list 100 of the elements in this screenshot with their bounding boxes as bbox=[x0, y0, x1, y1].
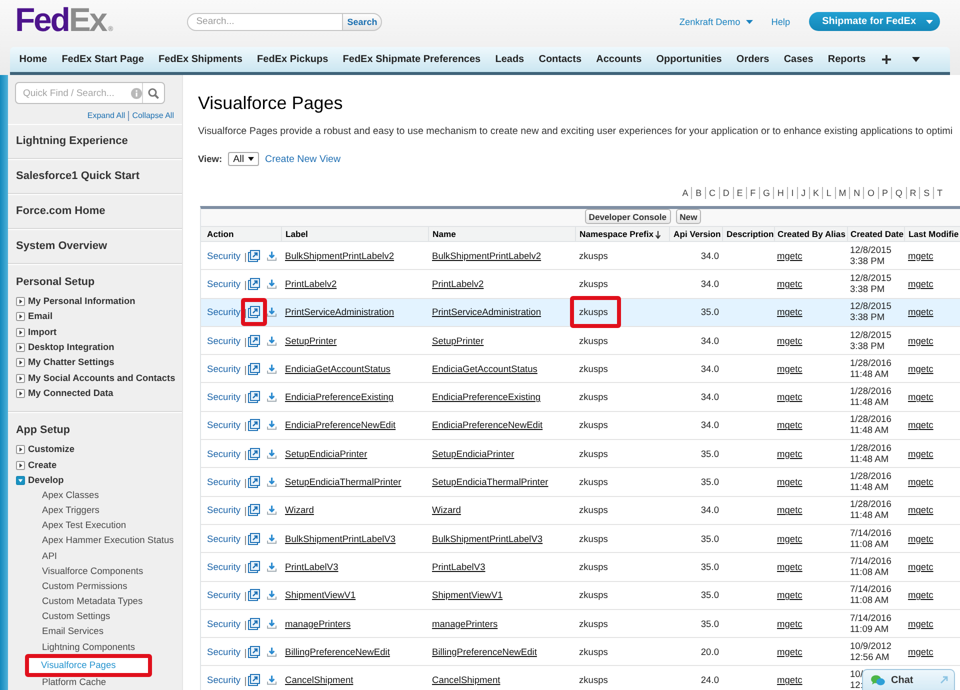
created-by-link[interactable]: mgetc bbox=[777, 505, 802, 516]
search-button[interactable]: Search bbox=[342, 12, 382, 30]
sidebar-subitem[interactable]: Email Services bbox=[42, 624, 104, 640]
nav-tab[interactable]: Reports bbox=[820, 47, 873, 72]
download-icon[interactable] bbox=[267, 278, 277, 290]
nav-tab[interactable]: Leads bbox=[488, 47, 532, 72]
sidebar-item[interactable]: Create bbox=[28, 460, 57, 471]
security-link[interactable]: Security bbox=[207, 392, 241, 402]
alphabet-filter-link[interactable]: H bbox=[773, 187, 788, 199]
sidebar-item[interactable]: Desktop Integration bbox=[28, 342, 114, 354]
page-name-link[interactable]: PrintLabelv2 bbox=[432, 278, 484, 289]
page-label-link[interactable]: CancelShipment bbox=[285, 675, 354, 686]
security-link[interactable]: Security bbox=[207, 562, 241, 572]
expand-toggle-icon[interactable] bbox=[16, 460, 25, 470]
created-by-link[interactable]: mgetc bbox=[777, 336, 802, 346]
external-link-icon[interactable] bbox=[248, 391, 260, 404]
download-icon[interactable] bbox=[267, 618, 277, 630]
page-label-link[interactable]: PrintLabelV3 bbox=[285, 562, 338, 572]
page-name-link[interactable]: managePrinters bbox=[432, 618, 498, 628]
external-link-icon[interactable] bbox=[248, 674, 260, 686]
sidebar-subitem[interactable]: API bbox=[42, 548, 57, 564]
sidebar-item[interactable]: Develop bbox=[28, 474, 64, 486]
sidebar-item[interactable]: Customize bbox=[28, 444, 74, 456]
modified-by-link[interactable]: mgetc bbox=[908, 336, 934, 346]
nav-tab[interactable]: FedEx Shipments bbox=[151, 47, 250, 72]
download-icon[interactable] bbox=[267, 674, 277, 686]
created-by-link[interactable]: mgetc bbox=[777, 364, 802, 374]
modified-by-link[interactable]: mgetc bbox=[908, 250, 934, 261]
alphabet-filter-link[interactable]: O bbox=[863, 187, 878, 199]
page-name-link[interactable]: ShipmentViewV1 bbox=[432, 590, 503, 600]
security-link[interactable]: Security bbox=[207, 534, 241, 544]
column-header[interactable]: Created Date bbox=[847, 226, 904, 242]
sidebar-subitem[interactable]: Platform Cache bbox=[42, 676, 106, 689]
alphabet-filter-link[interactable]: L bbox=[822, 187, 835, 199]
download-icon[interactable] bbox=[267, 560, 277, 573]
modified-by-link[interactable]: mgetc bbox=[908, 307, 934, 318]
column-header[interactable]: Last Modifie bbox=[904, 226, 960, 242]
alphabet-filter-link[interactable]: G bbox=[758, 187, 774, 199]
expand-toggle-icon[interactable] bbox=[16, 445, 25, 454]
help-link[interactable]: Help bbox=[771, 16, 790, 26]
modified-by-link[interactable]: mgetc bbox=[908, 505, 934, 516]
modified-by-link[interactable]: mgetc bbox=[908, 534, 934, 544]
nav-tab[interactable]: Orders bbox=[729, 47, 777, 72]
download-icon[interactable] bbox=[267, 250, 277, 262]
created-by-link[interactable]: mgetc bbox=[777, 534, 802, 544]
chat-button[interactable]: Chat bbox=[862, 669, 955, 690]
column-header[interactable]: Namespace Prefix bbox=[575, 226, 669, 242]
nav-tab[interactable]: FedEx Pickups bbox=[250, 47, 336, 72]
created-by-link[interactable]: mgetc bbox=[777, 448, 802, 459]
expand-toggle-icon[interactable] bbox=[16, 358, 25, 368]
expand-toggle-icon[interactable] bbox=[16, 374, 25, 383]
sidebar-subitem[interactable]: Apex Triggers bbox=[42, 503, 100, 518]
security-link[interactable]: Security bbox=[207, 364, 241, 374]
sidebar-subitem[interactable]: Apex Hammer Execution Status bbox=[42, 533, 174, 549]
download-icon[interactable] bbox=[267, 504, 277, 516]
alphabet-filter-link[interactable]: K bbox=[808, 187, 822, 199]
column-header[interactable]: Description bbox=[722, 226, 774, 242]
sidebar-subitem[interactable]: Visualforce Components bbox=[42, 564, 144, 579]
created-by-link[interactable]: mgetc bbox=[777, 420, 802, 430]
alphabet-filter-link[interactable]: C bbox=[704, 187, 719, 199]
download-icon[interactable] bbox=[267, 476, 277, 488]
modified-by-link[interactable]: mgetc bbox=[908, 646, 934, 657]
sidebar-subitem[interactable]: Custom Permissions bbox=[42, 578, 128, 594]
view-select[interactable]: All bbox=[228, 152, 260, 166]
external-link-icon[interactable] bbox=[248, 419, 260, 432]
download-icon[interactable] bbox=[267, 306, 277, 318]
sidebar-item[interactable]: My Personal Information bbox=[28, 296, 136, 308]
modified-by-link[interactable]: mgetc bbox=[908, 278, 934, 289]
page-label-link[interactable]: managePrinters bbox=[285, 618, 351, 628]
alphabet-filter-link[interactable]: Q bbox=[891, 187, 906, 199]
column-header[interactable]: Name bbox=[428, 226, 575, 242]
expand-toggle-icon[interactable] bbox=[16, 388, 25, 398]
sidebar-item[interactable]: My Connected Data bbox=[28, 388, 114, 399]
user-menu[interactable]: Zenkraft Demo bbox=[679, 16, 754, 26]
external-link-icon[interactable] bbox=[248, 618, 260, 630]
sidebar-subitem[interactable]: Lightning Components bbox=[42, 640, 136, 655]
collapse-all-link[interactable]: Collapse All bbox=[128, 111, 174, 121]
security-link[interactable]: Security bbox=[207, 336, 241, 346]
sidebar-link[interactable]: System Overview bbox=[16, 240, 108, 253]
download-icon[interactable] bbox=[267, 532, 277, 545]
security-link[interactable]: Security bbox=[207, 505, 241, 516]
security-link[interactable]: Security bbox=[207, 250, 241, 261]
external-link-icon[interactable] bbox=[248, 476, 260, 488]
security-link[interactable]: Security bbox=[207, 590, 241, 600]
search-field[interactable]: Search... bbox=[187, 12, 342, 30]
security-link[interactable]: Security bbox=[207, 278, 241, 289]
sidebar-item[interactable]: Import bbox=[28, 326, 57, 338]
page-label-link[interactable]: ShipmentViewV1 bbox=[285, 590, 356, 600]
created-by-link[interactable]: mgetc bbox=[777, 477, 802, 488]
alphabet-filter-link[interactable]: A bbox=[679, 187, 692, 199]
expand-toggle-icon[interactable] bbox=[16, 328, 25, 337]
created-by-link[interactable]: mgetc bbox=[777, 392, 802, 402]
alphabet-filter-link[interactable]: F bbox=[746, 187, 759, 199]
created-by-link[interactable]: mgetc bbox=[777, 646, 802, 657]
external-link-icon[interactable] bbox=[248, 250, 260, 262]
created-by-link[interactable]: mgetc bbox=[777, 307, 802, 318]
download-icon[interactable] bbox=[267, 448, 277, 460]
page-label-link[interactable]: SetupPrinter bbox=[285, 336, 337, 346]
expand-toggle-icon[interactable] bbox=[16, 343, 25, 352]
external-link-icon[interactable] bbox=[248, 504, 260, 516]
